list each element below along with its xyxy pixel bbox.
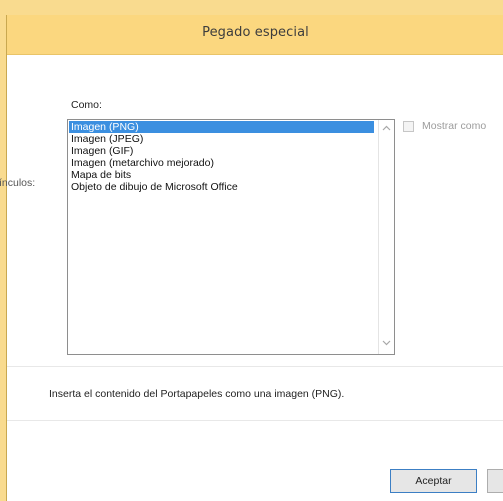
paste-special-dialog: Pegado especial ínculos: Como: Imagen (P…: [0, 15, 503, 501]
list-item-bitmap[interactable]: Mapa de bits: [69, 169, 131, 181]
title-bar[interactable]: Pegado especial: [7, 15, 503, 55]
as-label: Como:: [71, 99, 102, 111]
dialog-title: Pegado especial: [202, 25, 309, 40]
links-label: ínculos:: [0, 177, 36, 189]
divider: [7, 366, 503, 367]
list-item-emf[interactable]: Imagen (metarchivo mejorado): [69, 157, 214, 169]
show-as-icon-label: Mostrar como: [422, 120, 487, 132]
cancel-button[interactable]: [487, 469, 503, 493]
accept-button[interactable]: Aceptar: [390, 469, 477, 493]
list-scrollbar[interactable]: [378, 120, 394, 354]
list-item-jpeg[interactable]: Imagen (JPEG): [69, 133, 143, 145]
result-description: Inserta el contenido del Portapapeles co…: [49, 388, 345, 400]
divider: [7, 420, 503, 421]
show-as-icon-checkbox[interactable]: [403, 121, 414, 132]
list-item-gif[interactable]: Imagen (GIF): [69, 145, 133, 157]
chevron-down-icon[interactable]: [379, 337, 394, 352]
list-item-office-drawing[interactable]: Objeto de dibujo de Microsoft Office: [69, 181, 238, 193]
list-item-png[interactable]: Imagen (PNG): [69, 121, 374, 133]
format-listbox[interactable]: Imagen (PNG) Imagen (JPEG) Imagen (GIF) …: [67, 119, 395, 355]
chevron-up-icon[interactable]: [379, 122, 394, 137]
